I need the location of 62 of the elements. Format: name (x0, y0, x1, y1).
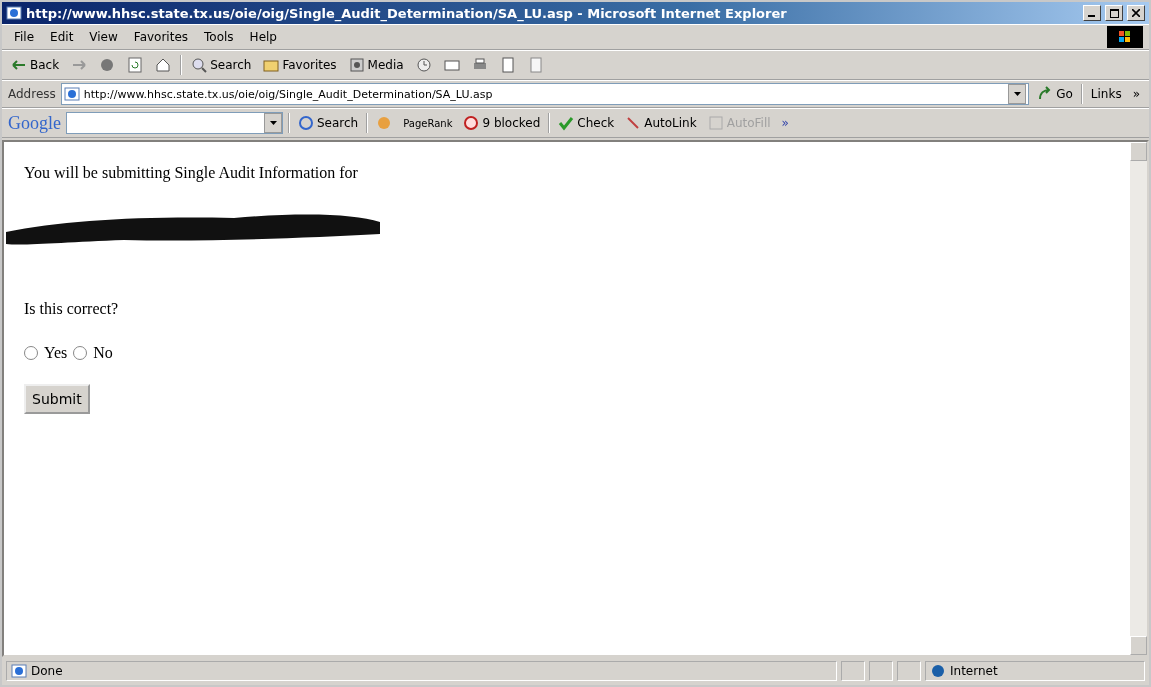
popup-blocker-button[interactable]: 9 blocked (460, 113, 544, 133)
menu-item[interactable]: Tools (198, 28, 240, 46)
radio-label: No (93, 344, 113, 362)
ie-icon (6, 5, 22, 21)
radio-button[interactable] (24, 346, 38, 360)
history-icon (415, 57, 432, 73)
status-pane (841, 661, 865, 681)
back-button[interactable]: Back (8, 55, 63, 75)
maximize-button[interactable] (1105, 5, 1123, 21)
search-button[interactable]: Search (188, 55, 255, 75)
status-pane (869, 661, 893, 681)
more-button[interactable]: » (1129, 85, 1143, 103)
autolink-button[interactable]: AutoLink (622, 113, 700, 133)
page-icon (527, 57, 544, 73)
refresh-icon (127, 57, 144, 73)
form-icon (707, 115, 724, 131)
page-icon (63, 86, 80, 102)
dropdown-arrow-icon (269, 121, 277, 125)
close-button[interactable] (1127, 5, 1145, 21)
media-icon (348, 57, 365, 73)
windows-logo-icon (1107, 26, 1143, 48)
question-text: Is this correct? (24, 300, 119, 318)
menu-item[interactable]: View (83, 28, 124, 46)
window-title: http://www.hhsc.state.tx.us/oie/oig/Single_Audit_Determination/SA_LU.asp - Microsoft Internet Explorer (26, 5, 788, 21)
address-field[interactable]: http://www.hhsc.state.tx.us/oie/oig/Single_Audit_Determination/SA_LU.asp (60, 83, 1030, 105)
document-icon (499, 57, 516, 73)
home-icon (155, 57, 172, 73)
minimize-button[interactable] (1083, 5, 1101, 21)
scrollbar[interactable] (1130, 142, 1147, 655)
zone-text: Internet (950, 664, 998, 678)
globe-icon (930, 663, 946, 679)
maximize-icon (1109, 8, 1119, 18)
mail-icon (443, 57, 460, 73)
menu-item[interactable]: Help (243, 28, 283, 46)
stop-icon (99, 57, 116, 73)
spell-check-button[interactable]: Check (555, 113, 618, 133)
search-icon (191, 57, 208, 73)
links-button[interactable]: Links (1087, 85, 1125, 103)
page-icon (11, 663, 27, 679)
more-button[interactable]: » (778, 114, 792, 132)
radio-label: Yes (44, 344, 68, 362)
menu-item[interactable]: Favorites (127, 28, 195, 46)
folder-icon (263, 57, 280, 73)
close-icon (1132, 9, 1140, 17)
address-label: Address (8, 87, 56, 101)
checkmark-icon (558, 115, 575, 131)
menu-item[interactable]: File (8, 28, 41, 46)
dropdown-arrow-icon (1013, 92, 1021, 96)
pagerank-button[interactable]: PageRank (400, 115, 456, 131)
google-search-button[interactable]: Search (295, 113, 362, 133)
radio-button[interactable] (73, 346, 88, 360)
google-logo[interactable]: Google (8, 112, 61, 134)
status-text: Done (31, 664, 63, 678)
intro-text: You will be submitting Single Audit Information for (24, 164, 358, 182)
go-button[interactable]: Go (1034, 84, 1076, 104)
media-button[interactable]: Media (345, 55, 407, 75)
status-pane (897, 661, 921, 681)
google-search-field[interactable] (66, 112, 283, 134)
submit-button[interactable]: Submit (24, 384, 90, 414)
blocker-icon (463, 115, 480, 131)
favorites-button[interactable]: Favorites (260, 55, 340, 75)
menu-item[interactable]: Edit (44, 28, 80, 46)
